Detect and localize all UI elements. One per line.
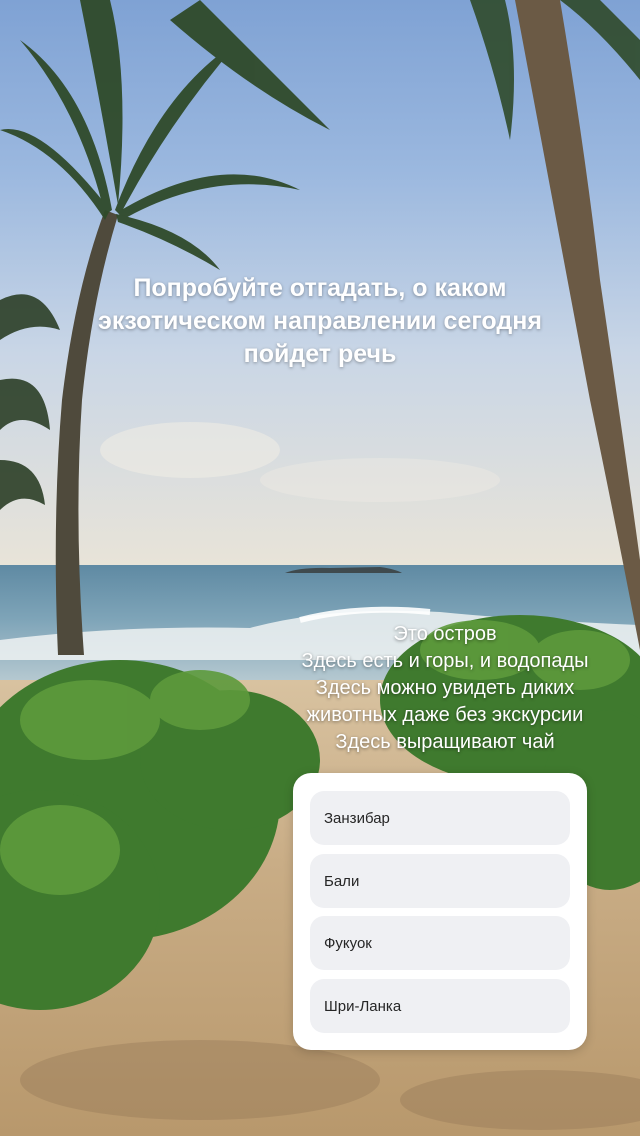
quiz-sticker: Занзибар Бали Фукуок Шри-Ланка — [293, 773, 587, 1050]
quiz-option-sri-lanka[interactable]: Шри-Ланка — [310, 979, 570, 1033]
quiz-option-bali[interactable]: Бали — [310, 854, 570, 908]
hint-line: Здесь выращивают чай — [335, 731, 555, 753]
quiz-option-phu-quoc[interactable]: Фукуок — [310, 916, 570, 970]
hint-line: Здесь можно увидеть диких — [315, 677, 575, 699]
hint-line: Здесь есть и горы, и водопады — [301, 650, 589, 672]
quiz-option-zanzibar[interactable]: Занзибар — [310, 791, 570, 845]
hint-line: животных даже без экскурсии — [306, 704, 584, 726]
hint-line: Это остров — [393, 623, 497, 645]
story-title: Попробуйте отгадать, о каком экзотическо… — [98, 274, 542, 368]
hints-list: Это остров Здесь есть и горы, и водопады… — [230, 621, 640, 756]
